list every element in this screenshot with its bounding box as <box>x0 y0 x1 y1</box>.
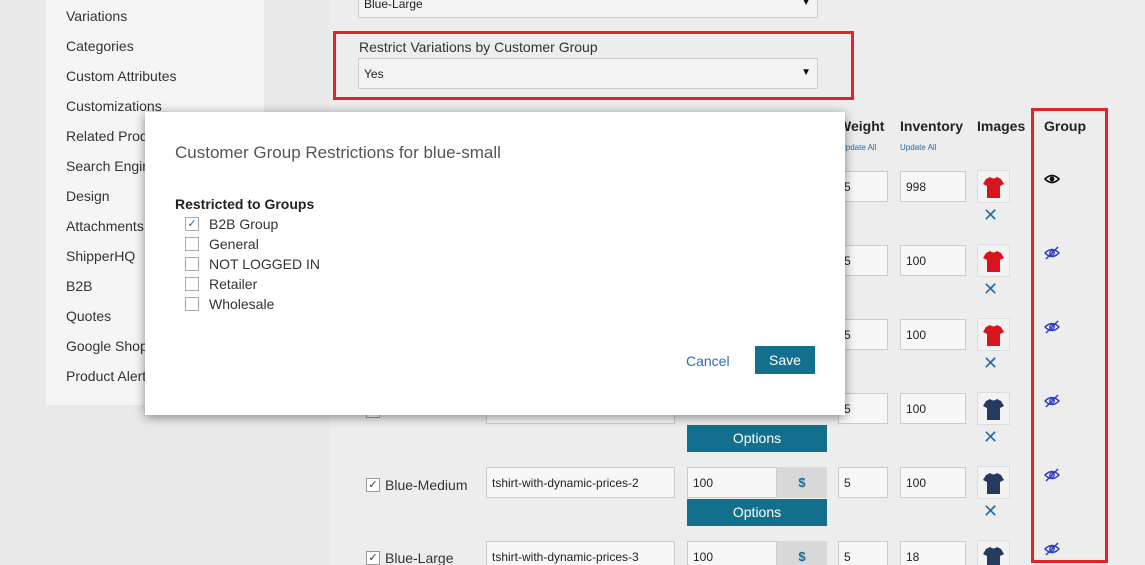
group-option-label: General <box>209 236 259 252</box>
sidebar-item-google-shopping[interactable]: Google Shop <box>66 338 148 354</box>
cancel-button[interactable]: Cancel <box>686 353 730 369</box>
weight-input[interactable]: 5 <box>838 541 888 565</box>
sidebar-item-design[interactable]: Design <box>66 188 110 204</box>
currency-button[interactable]: $ <box>777 467 827 498</box>
sidebar-item-variations[interactable]: Variations <box>66 8 127 24</box>
variation-select[interactable]: Blue-Large ▼ <box>358 0 818 18</box>
weight-input[interactable]: 5 <box>838 393 888 424</box>
group-option-label: NOT LOGGED IN <box>209 256 320 272</box>
product-image[interactable] <box>977 392 1010 425</box>
weight-input[interactable]: 5 <box>838 171 888 202</box>
product-image[interactable] <box>977 170 1010 203</box>
remove-image-icon[interactable]: ✕ <box>983 502 998 520</box>
sidebar-item-b2b[interactable]: B2B <box>66 278 92 294</box>
sidebar-item-shipperhq[interactable]: ShipperHQ <box>66 248 135 264</box>
eye-hidden-icon[interactable] <box>1043 542 1061 556</box>
checkbox[interactable] <box>185 297 199 311</box>
price-input[interactable]: 100 <box>687 541 777 565</box>
group-option-label: Retailer <box>209 276 258 292</box>
eye-hidden-icon[interactable] <box>1043 246 1061 260</box>
currency-button[interactable]: $ <box>777 541 827 565</box>
variation-name: Blue-Large <box>385 550 454 565</box>
group-option-retailer[interactable]: Retailer <box>185 276 257 292</box>
remove-image-icon[interactable]: ✕ <box>983 354 998 372</box>
row-checkbox[interactable]: ✓ <box>366 551 380 565</box>
restrict-select-value: Yes <box>364 67 384 81</box>
weight-input[interactable]: 5 <box>838 467 888 498</box>
column-header-inventory: Inventory <box>900 118 964 134</box>
sidebar-item-categories[interactable]: Categories <box>66 38 134 54</box>
inventory-input[interactable]: 100 <box>900 393 966 424</box>
inventory-update-all-link[interactable]: Update All <box>900 143 936 152</box>
inventory-input[interactable]: 100 <box>900 245 966 276</box>
price-input[interactable]: 100 <box>687 467 777 498</box>
save-button[interactable]: Save <box>755 346 815 374</box>
weight-input[interactable]: 5 <box>838 245 888 276</box>
chevron-down-icon: ▼ <box>801 67 811 78</box>
eye-hidden-icon[interactable] <box>1043 468 1061 482</box>
options-button[interactable]: Options <box>687 425 827 452</box>
inventory-input[interactable]: 998 <box>900 171 966 202</box>
remove-image-icon[interactable]: ✕ <box>983 206 998 224</box>
checkbox[interactable] <box>185 257 199 271</box>
group-option-label: Wholesale <box>209 296 275 312</box>
variation-name: Blue-Medium <box>385 477 468 493</box>
sidebar-item-custom-attributes[interactable]: Custom Attributes <box>66 68 177 84</box>
modal-title: Customer Group Restrictions for blue-sma… <box>175 143 501 162</box>
group-option-wholesale[interactable]: Wholesale <box>185 296 274 312</box>
eye-hidden-icon[interactable] <box>1043 320 1061 334</box>
group-option-label: B2B Group <box>209 216 279 232</box>
sidebar-item-attachments[interactable]: Attachments <box>66 218 144 234</box>
checkbox-checked[interactable]: ✓ <box>185 217 199 231</box>
sku-input[interactable]: tshirt-with-dynamic-prices-2 <box>486 467 675 498</box>
inventory-input[interactable]: 18 <box>900 541 966 565</box>
group-option-not-logged-in[interactable]: NOT LOGGED IN <box>185 256 320 272</box>
group-option-general[interactable]: General <box>185 236 259 252</box>
product-image[interactable] <box>977 540 1010 565</box>
eye-hidden-icon[interactable] <box>1043 394 1061 408</box>
customer-group-restrictions-modal: Customer Group Restrictions for blue-sma… <box>145 112 845 415</box>
remove-image-icon[interactable]: ✕ <box>983 280 998 298</box>
checkbox[interactable] <box>185 277 199 291</box>
eye-visible-icon[interactable] <box>1043 172 1061 186</box>
chevron-down-icon: ▼ <box>801 0 811 8</box>
restrict-label: Restrict Variations by Customer Group <box>359 39 598 55</box>
restricted-groups-heading: Restricted to Groups <box>175 196 315 212</box>
options-button[interactable]: Options <box>687 499 827 526</box>
product-image[interactable] <box>977 318 1010 351</box>
sidebar-item-related-products[interactable]: Related Prod <box>66 128 148 144</box>
sidebar-item-search-engine[interactable]: Search Engin <box>66 158 150 174</box>
checkbox[interactable] <box>185 237 199 251</box>
product-image[interactable] <box>977 244 1010 277</box>
inventory-input[interactable]: 100 <box>900 467 966 498</box>
highlight-box-group <box>1031 108 1108 563</box>
sidebar-item-product-alerts[interactable]: Product Alert <box>66 368 146 384</box>
weight-input[interactable]: 5 <box>838 319 888 350</box>
row-checkbox[interactable]: ✓ <box>366 478 380 492</box>
weight-update-all-link[interactable]: Update All <box>840 143 876 152</box>
product-image[interactable] <box>977 466 1010 499</box>
inventory-input[interactable]: 100 <box>900 319 966 350</box>
column-header-images: Images <box>977 118 1026 134</box>
group-option-b2b[interactable]: ✓ B2B Group <box>185 216 278 232</box>
remove-image-icon[interactable]: ✕ <box>983 428 998 446</box>
sku-input[interactable]: tshirt-with-dynamic-prices-3 <box>486 541 675 565</box>
restrict-select[interactable]: Yes ▼ <box>358 58 818 89</box>
sidebar-item-quotes[interactable]: Quotes <box>66 308 111 324</box>
variation-select-value: Blue-Large <box>364 0 423 11</box>
